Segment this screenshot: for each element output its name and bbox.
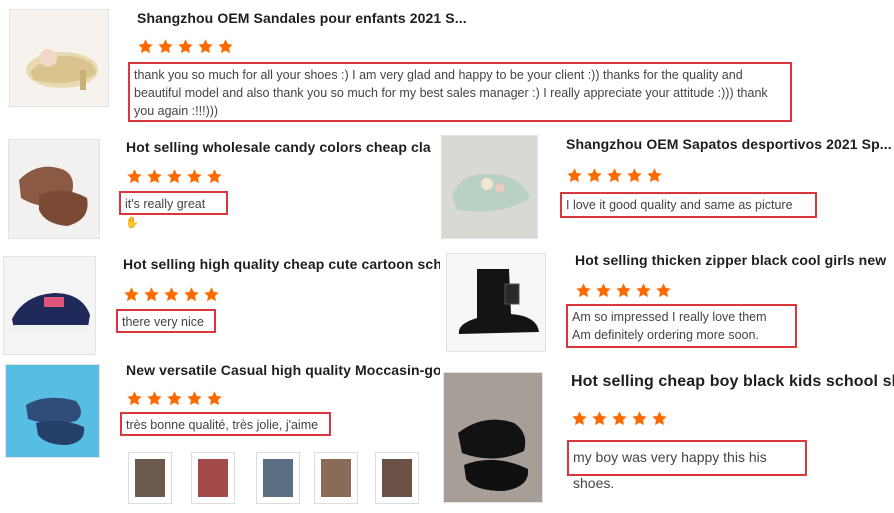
star-icon — [647, 168, 662, 183]
rating-stars — [575, 282, 672, 299]
review-line: Am so impressed I really love them — [572, 310, 767, 324]
review-text: très bonne qualité, très jolie, j'aime — [120, 412, 331, 436]
review-photo-thumbnail[interactable] — [128, 452, 172, 504]
star-icon — [576, 283, 591, 298]
star-icon — [592, 411, 607, 426]
review-line: Am definitely ordering more soon. — [572, 328, 759, 342]
star-icon — [612, 411, 627, 426]
star-icon — [198, 39, 213, 54]
product-image-black-school-shoe[interactable] — [443, 372, 543, 503]
review-content: it's really great — [125, 197, 206, 211]
review-text: my boy was very happy this his shoes. — [567, 440, 807, 491]
product-image-gold-sandal[interactable] — [9, 9, 109, 107]
star-icon — [127, 391, 142, 406]
star-icon — [184, 287, 199, 302]
star-icon — [632, 411, 647, 426]
star-icon — [636, 283, 651, 298]
star-icon — [572, 411, 587, 426]
star-icon — [178, 39, 193, 54]
star-icon — [204, 287, 219, 302]
star-icon — [207, 391, 222, 406]
product-image-brown-loafer[interactable] — [8, 139, 100, 239]
rating-stars — [126, 168, 223, 185]
product-title[interactable]: Shangzhou OEM Sandales pour enfants 2021… — [137, 10, 487, 26]
product-image-green-sneaker[interactable] — [441, 135, 538, 239]
star-icon — [656, 283, 671, 298]
product-image-denim-moccasin[interactable] — [5, 364, 100, 458]
rating-stars — [123, 286, 220, 303]
product-title[interactable]: Hot selling high quality cheap cute cart… — [123, 256, 440, 272]
star-icon — [596, 283, 611, 298]
star-icon — [138, 39, 153, 54]
star-icon — [652, 411, 667, 426]
product-title[interactable]: Hot selling cheap boy black kids school … — [571, 373, 894, 391]
product-image-navy-cartoon-sneaker[interactable] — [3, 256, 96, 355]
star-icon — [147, 391, 162, 406]
star-icon — [218, 39, 233, 54]
star-icon — [207, 169, 222, 184]
review-photo-thumbnail[interactable] — [191, 452, 235, 504]
star-icon — [607, 168, 622, 183]
star-icon — [147, 169, 162, 184]
star-icon — [158, 39, 173, 54]
star-icon — [164, 287, 179, 302]
rating-stars — [566, 167, 663, 184]
review-text: thank you so much for all your shoes :) … — [128, 62, 792, 122]
rating-stars — [571, 410, 668, 427]
star-icon — [187, 169, 202, 184]
star-icon — [567, 168, 582, 183]
product-title[interactable]: New versatile Casual high quality Moccas… — [126, 362, 440, 378]
star-icon — [187, 391, 202, 406]
review-text: I love it good quality and same as pictu… — [560, 192, 817, 218]
product-title[interactable]: Shangzhou OEM Sapatos desportivos 2021 S… — [566, 136, 891, 152]
star-icon — [144, 287, 159, 302]
review-photo-thumbnail[interactable] — [256, 452, 300, 504]
rating-stars — [137, 38, 234, 55]
review-photo-thumbnail[interactable] — [314, 452, 358, 504]
review-text: there very nice — [116, 309, 216, 333]
star-icon — [167, 169, 182, 184]
star-icon — [124, 287, 139, 302]
product-title[interactable]: Hot selling wholesale candy colors cheap… — [126, 139, 431, 155]
star-icon — [587, 168, 602, 183]
star-icon — [167, 391, 182, 406]
product-title[interactable]: Hot selling thicken zipper black cool gi… — [575, 252, 894, 268]
thumbs-up-icon: ✋ — [125, 217, 139, 229]
star-icon — [127, 169, 142, 184]
review-text: it's really great ✋ — [119, 191, 228, 229]
star-icon — [616, 283, 631, 298]
review-text: Am so impressed I really love them Am de… — [566, 304, 797, 348]
rating-stars — [126, 390, 223, 407]
review-photo-thumbnail[interactable] — [375, 452, 419, 504]
product-image-black-boot[interactable] — [446, 253, 546, 352]
star-icon — [627, 168, 642, 183]
